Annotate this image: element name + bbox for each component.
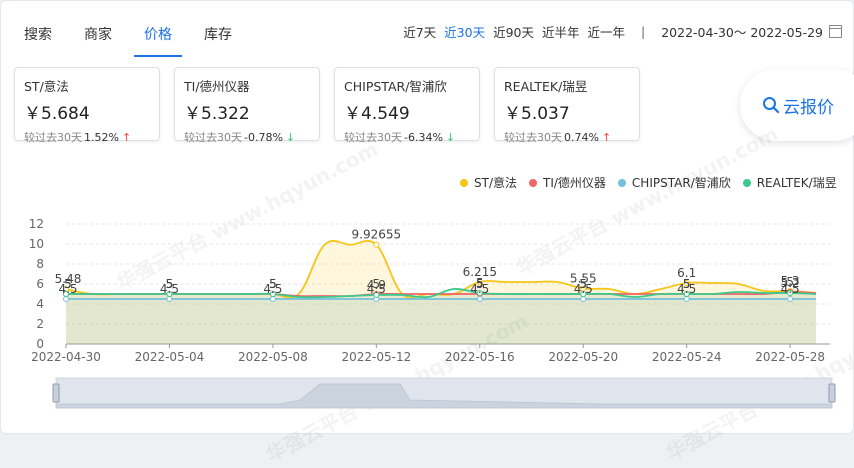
data-point bbox=[476, 296, 483, 302]
data-point bbox=[166, 296, 173, 302]
y-tick-label: 0 bbox=[36, 337, 44, 351]
series-area bbox=[66, 288, 816, 344]
data-point bbox=[787, 296, 794, 302]
zoom-selection bbox=[56, 378, 832, 408]
x-tick-label: 2022-05-08 bbox=[238, 350, 308, 364]
y-tick-label: 4 bbox=[36, 297, 44, 311]
x-tick-label: 2022-05-28 bbox=[755, 350, 825, 364]
x-tick-label: 2022-05-04 bbox=[135, 350, 205, 364]
x-tick-label: 2022-05-16 bbox=[445, 350, 515, 364]
x-tick-label: 2022-05-12 bbox=[341, 350, 411, 364]
data-label: 5.2 bbox=[781, 276, 800, 290]
y-tick-label: 12 bbox=[29, 217, 44, 231]
x-tick-label: 2022-05-24 bbox=[652, 350, 722, 364]
x-tick-label: 2022-05-20 bbox=[548, 350, 618, 364]
y-tick-label: 2 bbox=[36, 317, 44, 331]
y-tick-label: 6 bbox=[36, 277, 44, 291]
data-point bbox=[269, 296, 276, 302]
data-label: 5 bbox=[269, 277, 277, 291]
data-label: 5 bbox=[64, 277, 72, 291]
data-point bbox=[373, 241, 380, 248]
y-tick-label: 8 bbox=[36, 257, 44, 271]
zoom-slider bbox=[52, 377, 836, 409]
y-tick-label: 10 bbox=[29, 237, 44, 251]
data-point bbox=[580, 296, 587, 302]
data-label: 4.9 bbox=[367, 278, 386, 292]
price-trend-chart: 5.48 5 59.926556.215 5.55 6.15.35 5 5 5 5 5 5 54.5 4… bbox=[29, 217, 836, 409]
zoom-handle bbox=[828, 383, 836, 403]
data-label: 5 bbox=[579, 277, 587, 291]
data-label: 5 bbox=[683, 277, 691, 291]
data-label: 5 bbox=[476, 276, 484, 290]
chart-data-labels: 5.48 5 59.926556.215 5.55 6.15.35 5 5 5 5 5 5 54.5 4… bbox=[55, 228, 800, 296]
data-label: 5 bbox=[166, 277, 174, 291]
data-label: 9.92655 bbox=[352, 228, 402, 242]
zoom-handle bbox=[52, 383, 60, 403]
data-point bbox=[63, 296, 69, 302]
x-tick-label: 2022-04-30 bbox=[31, 350, 101, 364]
data-point bbox=[683, 296, 690, 302]
